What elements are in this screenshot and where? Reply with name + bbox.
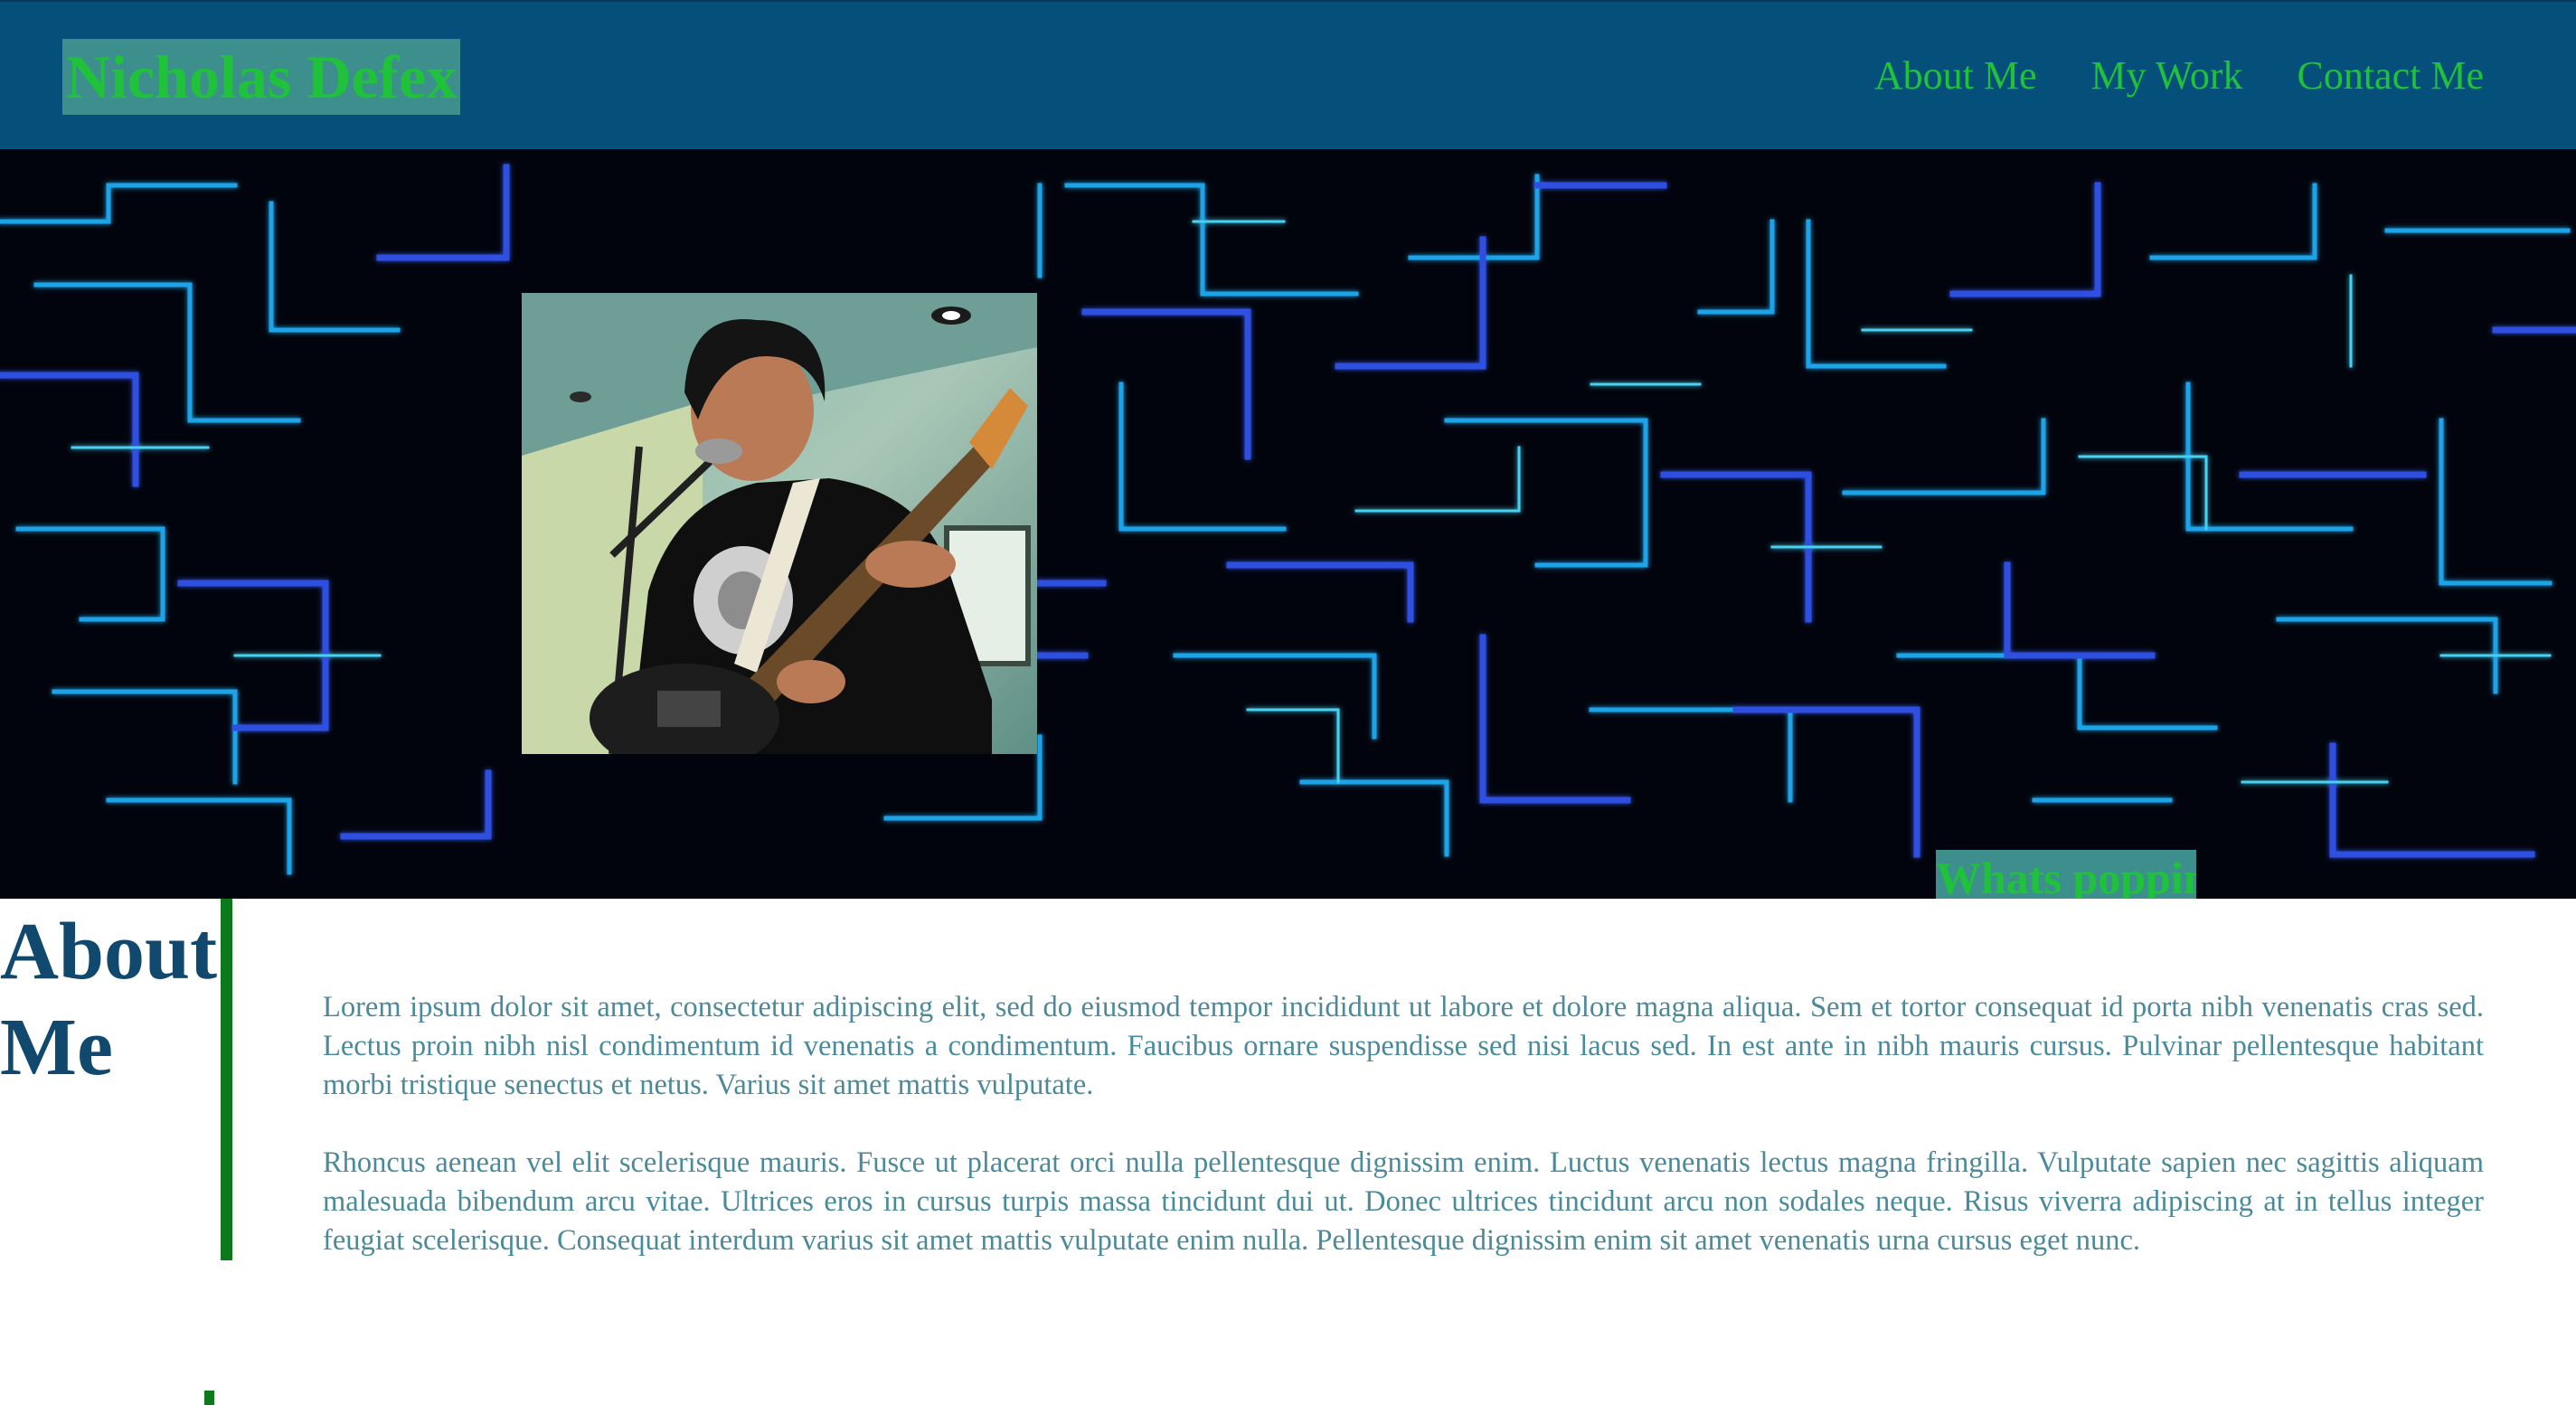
circuit-lines-image <box>0 164 2576 875</box>
section-divider <box>221 899 232 1260</box>
site-logo[interactable]: Nicholas Defex <box>62 39 461 115</box>
nav-link-contact-me[interactable]: Contact Me <box>2297 47 2484 105</box>
about-heading: About Me <box>0 907 218 1092</box>
about-paragraph-2: Rhoncus aenean vel elit scelerisque maur… <box>323 1146 2484 1257</box>
page: Nicholas Defex About Me My Work Contact … <box>0 0 2576 1405</box>
nav-link-about-me[interactable]: About Me <box>1874 47 2037 105</box>
section-divider-marker <box>204 1391 214 1405</box>
about-paragraph-1: Lorem ipsum dolor sit amet, consectetur … <box>323 991 2484 1101</box>
about-text: Lorem ipsum dolor sit amet, consectetur … <box>323 988 2484 1299</box>
hero-banner: Whats poppin <box>0 149 2576 899</box>
nav-link-my-work[interactable]: My Work <box>2090 47 2242 105</box>
main-nav: About Me My Work Contact Me <box>1874 47 2484 105</box>
guitarist-photo <box>522 293 1037 754</box>
site-header: Nicholas Defex About Me My Work Contact … <box>0 0 2576 149</box>
portrait-photo <box>522 293 1037 754</box>
hero-tagline: Whats poppin <box>1936 850 2196 899</box>
